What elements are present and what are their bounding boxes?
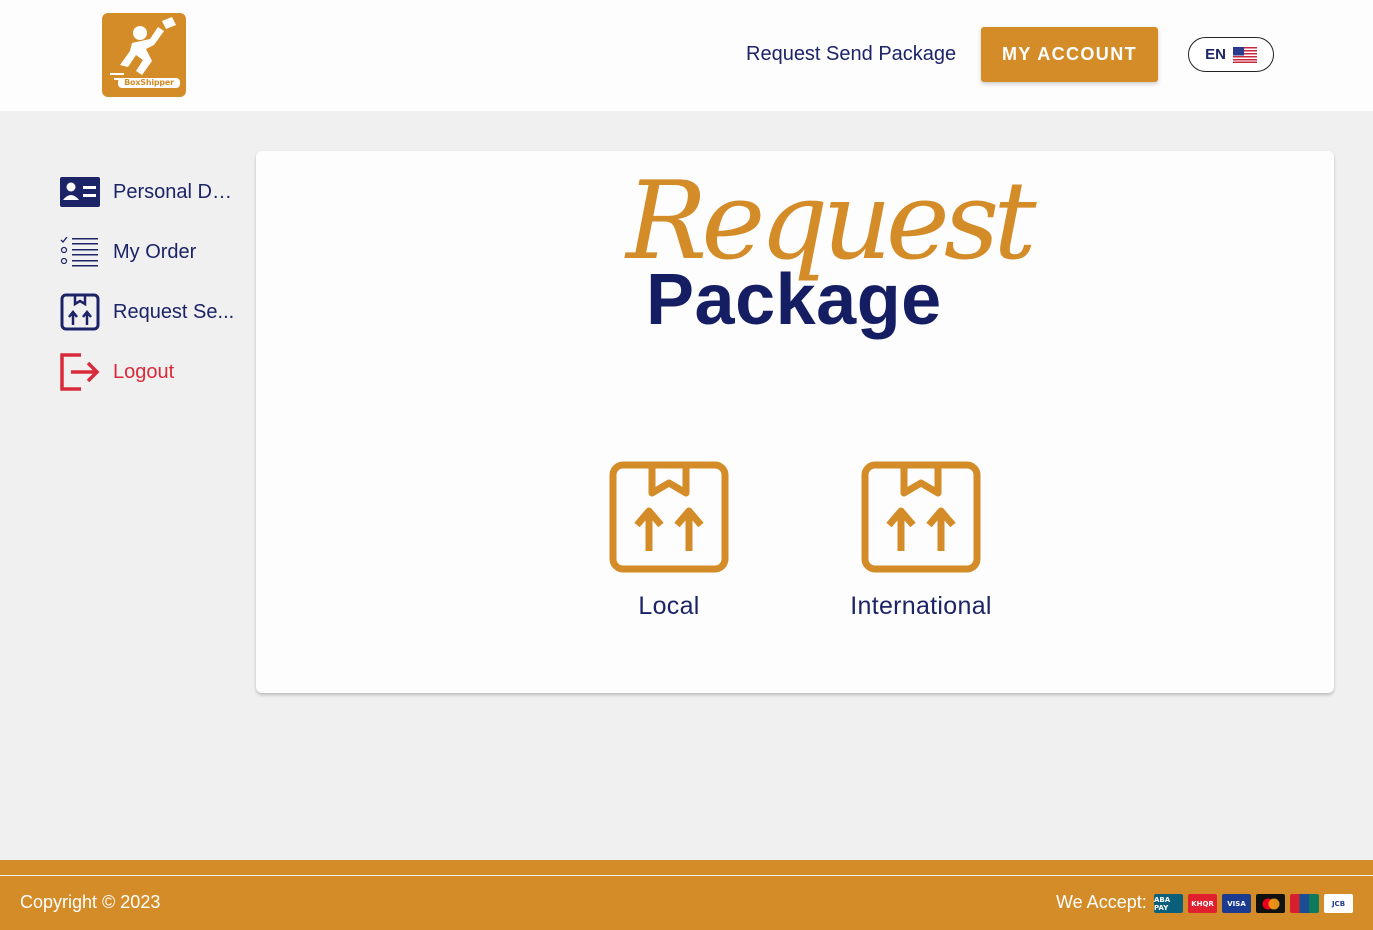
package-icon	[58, 290, 102, 334]
option-international[interactable]: International	[831, 461, 1011, 631]
header: BoxShipper Request Send Package MY ACCOU…	[0, 0, 1373, 111]
unionpay-icon	[1290, 894, 1319, 913]
sidebar-item-personal-details[interactable]: Personal De...	[58, 170, 248, 214]
sidebar-item-label: My Order	[113, 240, 197, 263]
jcb-icon: JCB	[1324, 894, 1353, 913]
us-flag-icon	[1232, 46, 1257, 63]
checklist-icon	[58, 230, 102, 274]
sidebar-item-label: Request Se...	[113, 300, 235, 323]
we-accept-label: We Accept:	[1056, 892, 1147, 912]
logo-text: BoxShipper	[118, 78, 180, 88]
sidebar-item-label: Personal De...	[113, 180, 238, 203]
request-send-package-link[interactable]: Request Send Package	[746, 40, 956, 68]
option-label: International	[850, 592, 992, 620]
option-local[interactable]: Local	[579, 461, 759, 631]
payment-logos: ABA PAY KHQR VISA JCB	[1154, 894, 1353, 913]
visa-icon: VISA	[1222, 894, 1251, 913]
khqr-icon: KHQR	[1188, 894, 1217, 913]
language-code: EN	[1205, 46, 1226, 63]
sidebar-item-request-send[interactable]: Request Se...	[58, 290, 248, 334]
language-selector[interactable]: EN	[1188, 37, 1274, 72]
aba-pay-icon: ABA PAY	[1154, 894, 1183, 913]
request-package-card: Request Package Local International	[256, 151, 1334, 693]
my-account-button[interactable]: MY ACCOUNT	[981, 27, 1158, 82]
mastercard-icon	[1256, 894, 1285, 913]
sidebar-item-label: Logout	[113, 360, 175, 383]
logout-icon	[58, 350, 102, 394]
sidebar-item-logout[interactable]: Logout	[58, 350, 248, 394]
page-title: Package	[646, 260, 942, 340]
sidebar-item-my-order[interactable]: My Order	[58, 230, 248, 274]
footer-divider	[0, 860, 1373, 875]
boxshipper-logo[interactable]: BoxShipper	[102, 13, 186, 97]
option-label: Local	[638, 592, 700, 620]
package-icon	[861, 461, 981, 573]
id-card-icon	[58, 170, 102, 214]
package-icon	[609, 461, 729, 573]
footer: Copyright © 2023 We Accept: ABA PAY KHQR…	[0, 876, 1373, 930]
copyright-text: Copyright © 2023	[20, 892, 161, 912]
